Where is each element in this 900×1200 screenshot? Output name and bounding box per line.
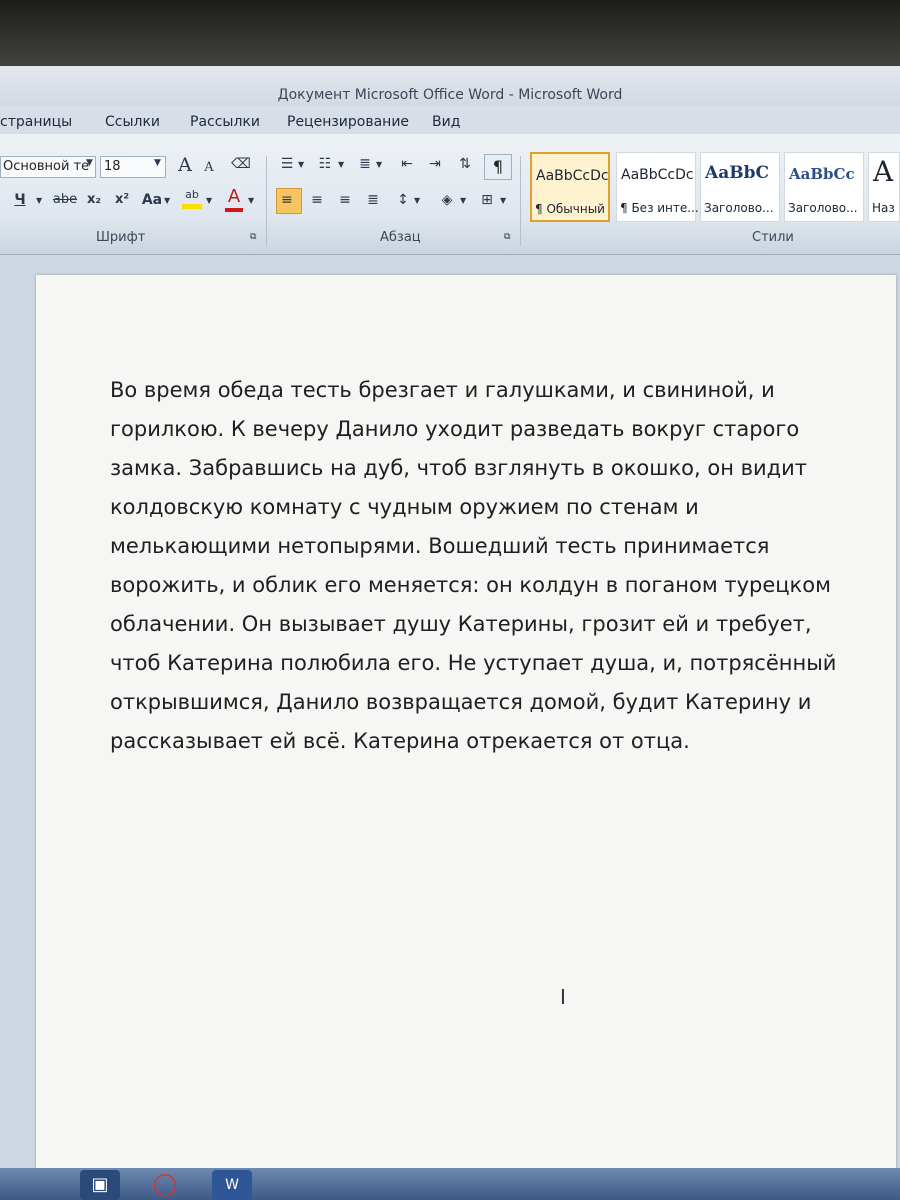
change-case-dropdown-icon[interactable]: ▼ xyxy=(164,196,170,205)
style-tile-heading1[interactable]: AaBbC Заголово... xyxy=(700,152,780,222)
group-separator xyxy=(266,156,267,246)
multilevel-dropdown-icon[interactable]: ▼ xyxy=(376,160,382,169)
taskbar: ▣ ◯ W xyxy=(0,1168,900,1200)
font-dialog-launcher-icon[interactable]: ⧉ xyxy=(250,232,256,242)
word-taskbar-icon[interactable]: W xyxy=(212,1170,252,1200)
word-window: Документ Microsoft Office Word - Microso… xyxy=(0,66,900,1200)
superscript-button[interactable]: x² xyxy=(112,192,132,207)
numbering-icon[interactable]: ☷ xyxy=(314,156,336,172)
font-group-label: Шрифт xyxy=(96,230,146,245)
styles-group-label: Стили xyxy=(752,230,794,245)
strikethrough-button[interactable]: abe xyxy=(52,192,78,207)
font-size-dropdown-icon[interactable]: ▼ xyxy=(154,158,161,168)
highlight-label: ab xyxy=(185,188,199,201)
paragraph-dialog-launcher-icon[interactable]: ⧉ xyxy=(504,232,510,242)
style-name: Наз xyxy=(872,201,895,215)
style-sample: A xyxy=(873,155,894,188)
font-color-bar xyxy=(225,208,243,212)
bullets-icon[interactable]: ☰ xyxy=(276,156,298,172)
grow-font-button[interactable]: A xyxy=(174,154,196,176)
align-right-icon[interactable]: ≡ xyxy=(334,192,356,208)
font-name-value: Основной те xyxy=(3,159,90,174)
highlight-dropdown-icon[interactable]: ▼ xyxy=(206,196,212,205)
font-color-dropdown-icon[interactable]: ▼ xyxy=(248,196,254,205)
style-sample: AaBbC xyxy=(705,163,769,183)
paragraph-group-label: Абзац xyxy=(380,230,421,245)
underline-dropdown-icon[interactable]: ▼ xyxy=(36,196,42,205)
style-sample: AaBbCcDc xyxy=(536,168,609,184)
tab-mailings[interactable]: Рассылки xyxy=(190,114,260,130)
align-left-button[interactable]: ≡ xyxy=(276,188,302,214)
line-spacing-dropdown-icon[interactable]: ▼ xyxy=(414,196,420,205)
style-sample: AaBbCcDc xyxy=(621,167,694,183)
shading-icon[interactable]: ◈ xyxy=(436,192,458,208)
decrease-indent-icon[interactable]: ⇤ xyxy=(396,156,418,172)
ribbon: Основной те ▼ 18 ▼ A A ⌫ Ч ▼ abe x₂ x² A… xyxy=(0,134,900,255)
style-name: Заголово... xyxy=(788,201,858,215)
highlight-button[interactable]: ab xyxy=(180,188,204,209)
style-tile-normal[interactable]: AaBbCcDc ¶ Обычный xyxy=(530,152,610,222)
ribbon-tabs: страницы Ссылки Рассылки Рецензирование … xyxy=(0,106,900,134)
style-tile-no-spacing[interactable]: AaBbCcDc ¶ Без инте... xyxy=(616,152,699,222)
justify-icon[interactable]: ≣ xyxy=(362,192,384,208)
style-name: Заголово... xyxy=(704,201,774,215)
underline-button[interactable]: Ч xyxy=(12,192,28,208)
document-area: Во время обеда тесть брезгает и галушкам… xyxy=(0,255,900,1185)
change-case-button[interactable]: Aa xyxy=(140,192,164,208)
subscript-button[interactable]: x₂ xyxy=(84,192,104,207)
tab-review[interactable]: Рецензирование xyxy=(287,114,409,130)
title-bar: Документ Microsoft Office Word - Microso… xyxy=(0,66,900,106)
opera-icon[interactable]: ◯ xyxy=(145,1170,185,1200)
style-tile-title[interactable]: A Наз xyxy=(868,152,900,222)
save-icon[interactable]: ▣ xyxy=(80,1170,120,1200)
show-marks-button[interactable]: ¶ xyxy=(484,154,512,180)
style-tile-heading2[interactable]: AaBbCc Заголово... xyxy=(784,152,864,222)
font-name-box[interactable]: Основной те xyxy=(0,156,96,178)
font-name-dropdown-icon[interactable]: ▼ xyxy=(86,158,93,168)
tab-references[interactable]: Ссылки xyxy=(105,114,160,130)
style-name: ¶ Без инте... xyxy=(620,201,699,215)
align-center-icon[interactable]: ≡ xyxy=(306,192,328,208)
font-color-button[interactable]: A xyxy=(222,186,246,212)
increase-indent-icon[interactable]: ⇥ xyxy=(424,156,446,172)
bullets-dropdown-icon[interactable]: ▼ xyxy=(298,160,304,169)
show-marks-label: ¶ xyxy=(492,157,504,176)
tab-view[interactable]: Вид xyxy=(432,114,460,130)
document-page[interactable]: Во время обеда тесть брезгает и галушкам… xyxy=(36,275,896,1185)
borders-dropdown-icon[interactable]: ▼ xyxy=(500,196,506,205)
font-color-label: A xyxy=(227,186,241,207)
monitor-bezel xyxy=(0,0,900,70)
sort-icon[interactable]: ⇅ xyxy=(454,156,476,172)
style-sample: AaBbCc xyxy=(789,165,855,183)
style-name: ¶ Обычный xyxy=(535,202,605,216)
align-left-icon: ≡ xyxy=(281,192,293,208)
line-spacing-icon[interactable]: ↕ xyxy=(392,192,414,208)
tab-page-layout[interactable]: страницы xyxy=(0,114,72,130)
clear-format-icon[interactable]: ⌫ xyxy=(230,156,252,172)
shading-dropdown-icon[interactable]: ▼ xyxy=(460,196,466,205)
text-cursor-icon: I xyxy=(560,985,566,1009)
document-text[interactable]: Во время обеда тесть брезгает и галушкам… xyxy=(110,371,850,761)
multilevel-list-icon[interactable]: ≣ xyxy=(354,156,376,172)
window-title: Документ Microsoft Office Word - Microso… xyxy=(277,87,623,103)
numbering-dropdown-icon[interactable]: ▼ xyxy=(338,160,344,169)
highlight-color-bar xyxy=(182,204,202,209)
font-size-value: 18 xyxy=(104,159,121,174)
group-separator xyxy=(520,156,521,246)
borders-icon[interactable]: ⊞ xyxy=(476,192,498,208)
shrink-font-button[interactable]: A xyxy=(200,160,218,175)
